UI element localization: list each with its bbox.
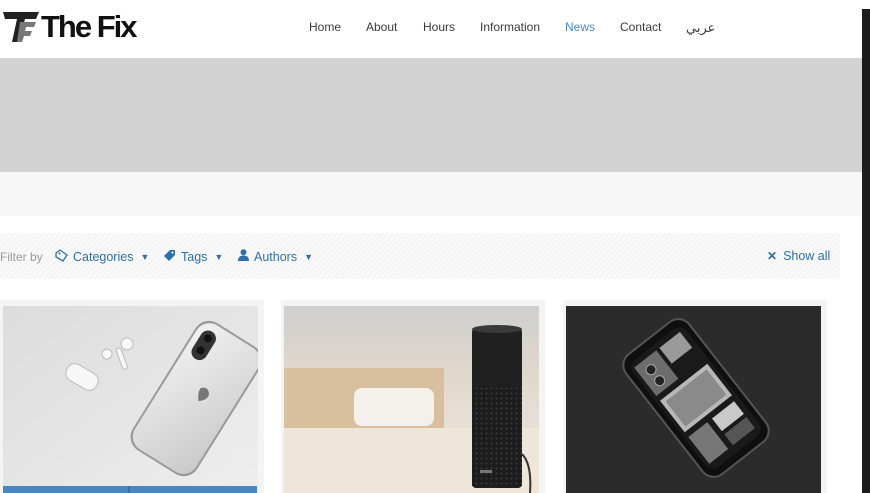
chevron-down-icon: ▼ bbox=[304, 251, 314, 262]
nav-arabic-language[interactable]: عربي bbox=[686, 20, 715, 36]
breadcrumb-band bbox=[0, 172, 862, 216]
categories-icon bbox=[55, 249, 68, 265]
chevron-down-icon: ▼ bbox=[140, 252, 150, 262]
site-logo[interactable]: The Fix bbox=[3, 9, 138, 45]
post-card[interactable] bbox=[563, 300, 827, 493]
nav-home[interactable]: Home bbox=[309, 20, 341, 34]
nav-information[interactable]: Information bbox=[480, 20, 540, 34]
categories-filter[interactable]: Categories ▼ bbox=[55, 249, 149, 265]
authors-label: Authors bbox=[254, 249, 298, 264]
authors-filter[interactable]: Authors ▼ bbox=[238, 249, 313, 264]
filter-label: Filter by bbox=[0, 250, 43, 264]
post-card[interactable] bbox=[0, 300, 264, 493]
logo-text: The Fix bbox=[41, 9, 138, 44]
chevron-down-icon: ▼ bbox=[214, 252, 224, 262]
tags-filter[interactable]: Tags ▼ bbox=[163, 249, 223, 265]
categories-label: Categories bbox=[73, 250, 134, 264]
nav-about[interactable]: About bbox=[366, 20, 397, 34]
post-image-smart-speaker[interactable] bbox=[284, 306, 539, 493]
nav-contact[interactable]: Contact bbox=[620, 20, 661, 34]
site-header: The Fix Home About Hours Information New… bbox=[0, 0, 862, 58]
close-icon: ✕ bbox=[767, 249, 778, 263]
nav-news[interactable]: News bbox=[565, 20, 595, 34]
post-card[interactable] bbox=[281, 300, 545, 493]
nav-hours[interactable]: Hours bbox=[423, 20, 455, 34]
post-image-iphone-airpods[interactable] bbox=[3, 306, 258, 493]
user-icon bbox=[238, 249, 249, 264]
scrollbar[interactable] bbox=[862, 9, 870, 493]
show-all-button[interactable]: ✕ Show all bbox=[767, 249, 830, 263]
tag-icon bbox=[163, 249, 176, 265]
logo-mark-icon bbox=[3, 12, 39, 42]
post-image-transparent-phone[interactable] bbox=[566, 306, 821, 493]
tags-label: Tags bbox=[181, 250, 208, 264]
page-banner bbox=[0, 58, 862, 172]
show-all-label: Show all bbox=[783, 249, 831, 263]
post-card-footer bbox=[3, 486, 257, 493]
filter-bar: Filter by Categories ▼ Tags ▼ Authors ▼ … bbox=[0, 233, 840, 279]
